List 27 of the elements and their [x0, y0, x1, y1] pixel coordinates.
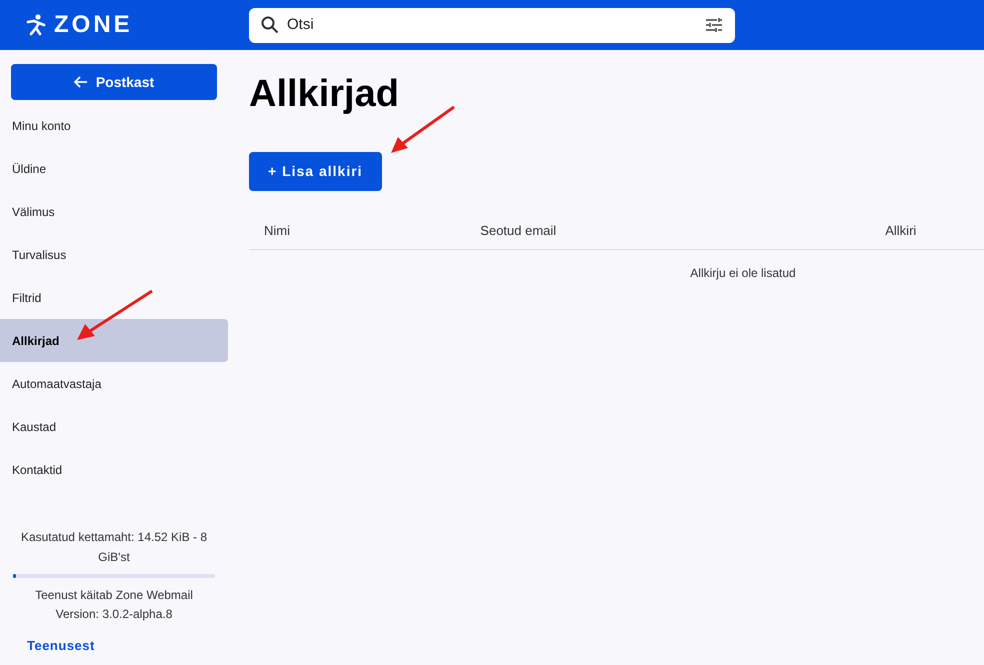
sidebar-item[interactable]: Välimus: [0, 190, 228, 233]
about-link[interactable]: Teenusest: [27, 636, 95, 655]
logo-text: ZONE: [54, 13, 133, 37]
column-header: Seotud email: [480, 222, 558, 240]
add-signature-button[interactable]: + Lisa allkiri: [249, 152, 382, 191]
page-title: Allkirjad: [249, 72, 400, 116]
sidebar-item[interactable]: Allkirjad: [0, 319, 228, 362]
footer-text: Version: 3.0.2-alpha.8: [56, 606, 172, 622]
sidebar-item[interactable]: Kaustad: [0, 405, 228, 448]
runner-logo-icon: [26, 14, 46, 36]
sidebar-item[interactable]: Automaatvastaja: [0, 362, 228, 405]
sidebar-item[interactable]: Minu konto: [0, 104, 228, 147]
sidebar-item[interactable]: Üldine: [0, 147, 228, 190]
sidebar-item[interactable]: Turvalisus: [0, 233, 228, 276]
search-icon: [261, 16, 279, 34]
storage-usage-text: Kasutatud kettamaht: 14.52 KiB - 8 GiB'st: [20, 528, 208, 566]
empty-table-message: Allkirju ei ole lisatud: [689, 265, 797, 282]
column-header: Allkiri: [885, 222, 918, 240]
footer-text: Teenust käitab Zone Webmail: [35, 586, 193, 604]
sidebar-item[interactable]: Filtrid: [0, 276, 228, 319]
column-header: Nimi: [263, 222, 291, 240]
back-button[interactable]: Postkast: [11, 64, 217, 100]
sidebar-item[interactable]: Kontaktid: [0, 448, 228, 491]
back-arrow-icon: [74, 76, 88, 88]
search-bar[interactable]: Otsi: [249, 8, 735, 42]
search-field[interactable]: Otsi: [287, 14, 697, 36]
filter-sliders-icon[interactable]: [705, 17, 723, 33]
